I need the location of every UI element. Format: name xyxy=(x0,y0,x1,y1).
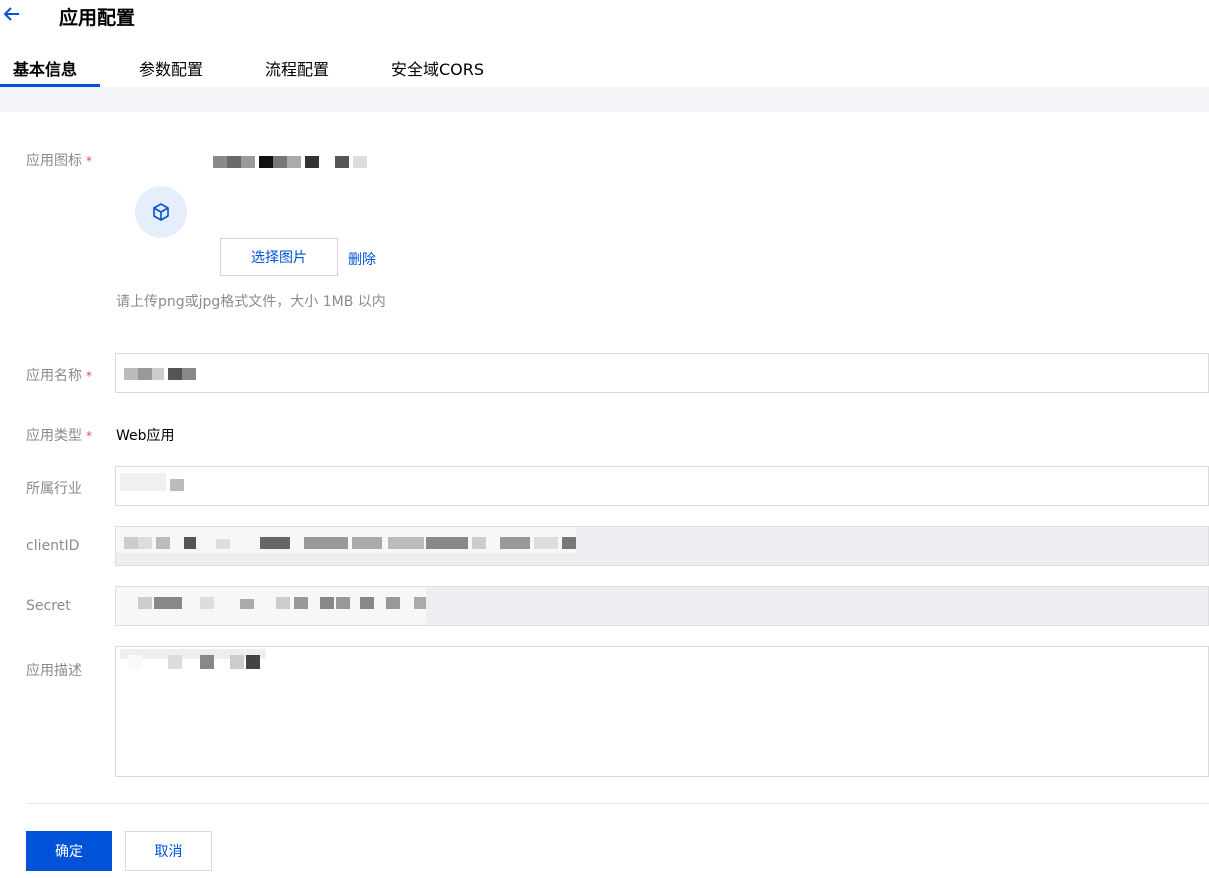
app-type-value: Web应用 xyxy=(116,428,175,444)
app-icon-label-text: 应用图标 xyxy=(26,153,82,169)
upload-hint: 请上传png或jpg格式文件，大小 1MB 以内 xyxy=(116,294,386,310)
app-icon-label: 应用图标 * xyxy=(26,150,92,170)
page-title: 应用配置 xyxy=(59,7,136,29)
app-type-label: 应用类型 * xyxy=(26,425,92,445)
secret-input xyxy=(115,586,1209,626)
client-id-input xyxy=(115,526,1209,566)
tab-security-cors[interactable]: 安全域CORS xyxy=(391,56,484,80)
page-header: 应用配置 xyxy=(0,0,1209,34)
description-textarea[interactable] xyxy=(115,646,1209,777)
footer-divider xyxy=(26,803,1209,804)
app-name-label: 应用名称 * xyxy=(26,365,92,385)
app-icon-preview xyxy=(135,186,187,238)
arrow-left-icon[interactable] xyxy=(2,4,22,24)
industry-value-redacted xyxy=(120,473,190,493)
app-type-label-text: 应用类型 xyxy=(26,428,82,444)
tab-flow-config[interactable]: 流程配置 xyxy=(265,56,329,80)
cube-icon xyxy=(153,203,169,221)
industry-input[interactable] xyxy=(115,466,1209,506)
cancel-button[interactable]: 取消 xyxy=(125,831,212,871)
app-name-value-redacted xyxy=(124,368,204,382)
industry-label: 所属行业 xyxy=(26,481,82,497)
secret-value-redacted xyxy=(116,587,436,627)
section-divider xyxy=(0,87,1209,112)
client-id-label: clientID xyxy=(26,538,80,554)
tab-parameter-config[interactable]: 参数配置 xyxy=(139,56,203,80)
confirm-button[interactable]: 确定 xyxy=(26,831,112,871)
description-label: 应用描述 xyxy=(26,663,82,679)
tab-bar: 基本信息 参数配置 流程配置 安全域CORS xyxy=(0,48,1209,88)
app-name-label-text: 应用名称 xyxy=(26,368,82,384)
app-name-input[interactable] xyxy=(115,353,1209,393)
select-image-button[interactable]: 选择图片 xyxy=(220,238,338,276)
client-id-value-redacted xyxy=(116,527,586,565)
required-mark: * xyxy=(86,369,92,383)
delete-image-link[interactable]: 删除 xyxy=(348,249,376,269)
description-value-redacted xyxy=(120,649,270,673)
app-icon-filename-redacted xyxy=(213,156,383,170)
tab-basic-info[interactable]: 基本信息 xyxy=(13,56,77,80)
required-mark: * xyxy=(86,154,92,168)
secret-label: Secret xyxy=(26,598,71,614)
required-mark: * xyxy=(86,429,92,443)
